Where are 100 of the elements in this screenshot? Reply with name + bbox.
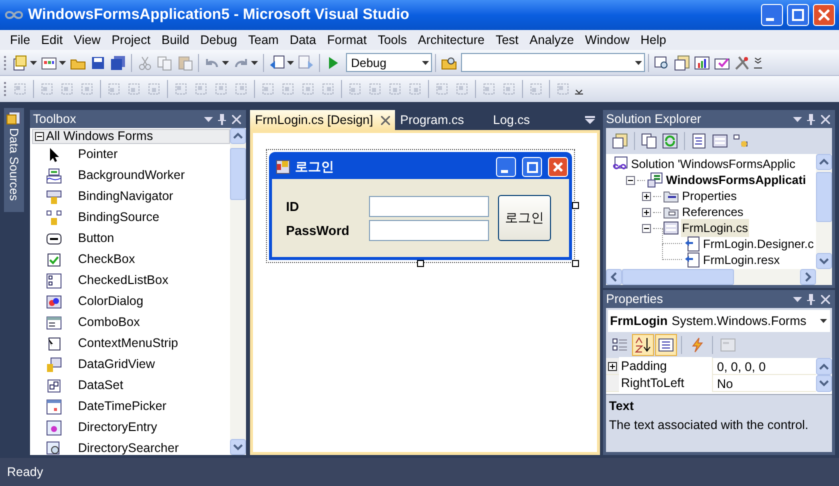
vertical-scrollbar[interactable]	[816, 358, 832, 394]
toolbox-group-header[interactable]: All Windows Forms	[32, 129, 230, 144]
toolbox-item[interactable]: DataGridView	[32, 354, 230, 375]
scroll-right-icon[interactable]	[800, 269, 816, 285]
scroll-up-icon[interactable]	[230, 128, 246, 144]
maximize-button[interactable]	[522, 157, 542, 177]
close-button[interactable]	[548, 157, 568, 177]
auto-hide-button[interactable]	[804, 112, 818, 126]
menu-item[interactable]: Architecture	[414, 30, 489, 50]
expand-icon[interactable]	[642, 192, 651, 200]
object-type: System.Windows.Forms	[672, 312, 808, 330]
auto-hide-button[interactable]	[804, 292, 818, 306]
minimize-button[interactable]	[496, 157, 516, 177]
text-field[interactable]	[369, 220, 490, 240]
menu-item[interactable]: Build	[157, 30, 194, 50]
editor-tab[interactable]: Program.cs	[395, 110, 488, 130]
close-button[interactable]	[818, 112, 832, 126]
close-button[interactable]	[818, 292, 832, 306]
checkbox-icon	[46, 252, 62, 268]
toolbar-overflow-icon[interactable]	[754, 56, 762, 70]
scrollbar-thumb[interactable]	[622, 269, 734, 285]
scrollbar-thumb[interactable]	[816, 172, 832, 222]
tree-item[interactable]: FrmLogin.Designer.c	[702, 235, 815, 253]
collapse-icon[interactable]	[642, 224, 651, 232]
menu-item[interactable]: File	[6, 30, 34, 50]
tree-item[interactable]: References	[681, 203, 744, 221]
layout-icon	[407, 81, 423, 97]
menu-item[interactable]: Help	[636, 30, 670, 50]
tree-item[interactable]: FrmLogin.cs	[681, 219, 750, 237]
collapse-icon[interactable]	[626, 176, 635, 184]
menu-item[interactable]: Debug	[196, 30, 242, 50]
editor-tab[interactable]: Log.cs	[488, 110, 554, 130]
tree-item[interactable]: FrmLogin.resx	[702, 251, 781, 269]
view-designer-icon	[712, 133, 728, 149]
layout-icon	[280, 81, 296, 97]
scrollbar-thumb[interactable]	[230, 148, 246, 200]
vertical-scrollbar[interactable]	[230, 128, 246, 455]
menu-item[interactable]: Tools	[374, 30, 411, 50]
menu-item[interactable]: Analyze	[526, 30, 578, 50]
menu-item[interactable]: Data	[286, 30, 320, 50]
toolbox-item[interactable]: BindingSource	[32, 207, 230, 228]
toolbox-item[interactable]: Pointer	[32, 144, 230, 165]
close-button[interactable]	[229, 112, 243, 126]
login-button[interactable]: 로그인	[498, 195, 551, 241]
menu-item[interactable]: Test	[492, 30, 523, 50]
scroll-down-icon[interactable]	[230, 439, 246, 455]
close-icon[interactable]	[381, 116, 390, 124]
editor-tab[interactable]: FrmLogin.cs [Design]	[250, 110, 396, 130]
dropdown-arrow-icon	[251, 60, 258, 64]
toolbox-item[interactable]: DataSet	[32, 375, 230, 396]
expand-icon[interactable]	[642, 208, 651, 216]
toolbox-item[interactable]: Button	[32, 228, 230, 249]
data-sources-tab[interactable]: Data Sources	[4, 108, 24, 212]
toolbox-item[interactable]: BindingNavigator	[32, 186, 230, 207]
configuration-dropdown[interactable]: Debug	[346, 53, 432, 72]
toolbox-item[interactable]: ComboBox	[32, 312, 230, 333]
menu-item[interactable]: Team	[244, 30, 283, 50]
close-button[interactable]	[813, 4, 835, 26]
toolbox-item[interactable]: ContextMenuStrip	[32, 333, 230, 354]
menu-item[interactable]: View	[70, 30, 105, 50]
resize-handle[interactable]	[572, 202, 579, 209]
resize-handle[interactable]	[417, 260, 424, 267]
scroll-down-icon[interactable]	[816, 375, 832, 392]
scroll-down-icon[interactable]	[816, 253, 832, 269]
properties-view-button[interactable]	[655, 334, 677, 356]
toolbar-grip-icon[interactable]	[3, 81, 7, 97]
menu-item[interactable]: Project	[108, 30, 154, 50]
layout-icon	[454, 81, 470, 97]
save-all-icon	[110, 54, 126, 70]
toolbox-item[interactable]: DirectoryEntry	[32, 417, 230, 438]
toolbox-item[interactable]: ColorDialog	[32, 291, 230, 312]
menu-item[interactable]: Window	[581, 30, 634, 50]
auto-hide-button[interactable]	[215, 112, 229, 126]
toolbox-item[interactable]: DateTimePicker	[32, 396, 230, 417]
scroll-left-icon[interactable]	[606, 269, 622, 285]
dataset-icon	[46, 378, 62, 394]
horizontal-scrollbar[interactable]	[606, 269, 832, 285]
text-field[interactable]	[369, 196, 490, 216]
toolbox-item[interactable]: BackgroundWorker	[32, 165, 230, 186]
tree-item[interactable]: WindowsFormsApplicati	[665, 171, 807, 189]
vertical-scrollbar[interactable]	[816, 154, 832, 269]
tree-item[interactable]: Solution 'WindowsFormsApplic	[630, 155, 796, 173]
resize-handle[interactable]	[572, 260, 579, 267]
minimize-button[interactable]	[761, 4, 783, 26]
navigate-forward-icon	[298, 54, 314, 70]
toolbar-grip-icon[interactable]	[3, 54, 7, 70]
menu-item[interactable]: Format	[323, 30, 371, 50]
toolbox-item[interactable]: CheckBox	[32, 249, 230, 270]
menu-item[interactable]: Edit	[37, 30, 67, 50]
object-selector[interactable]: FrmLogin System.Windows.Forms	[608, 310, 830, 332]
expand-icon[interactable]	[608, 362, 617, 370]
minimize-icon	[501, 170, 508, 173]
class-diagram-icon	[733, 133, 749, 149]
toolbox-item[interactable]: CheckedListBox	[32, 270, 230, 291]
scroll-up-icon[interactable]	[816, 358, 832, 375]
maximize-button[interactable]	[787, 4, 809, 26]
scroll-up-icon[interactable]	[816, 154, 832, 170]
tree-item[interactable]: Properties	[681, 187, 738, 205]
sort-down-button[interactable]	[632, 334, 654, 356]
tab-list-icon[interactable]	[585, 116, 595, 124]
